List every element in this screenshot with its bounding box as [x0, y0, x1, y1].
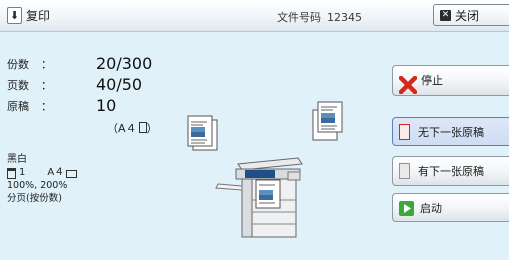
selected-indicator-icon: [399, 124, 410, 140]
originals-size: （A４ ）: [107, 120, 158, 136]
next-original-button[interactable]: 有下一张原稿: [392, 156, 509, 186]
copies-colon: ：: [41, 58, 52, 71]
document-number-value: 12345: [327, 11, 362, 24]
start-play-icon: [399, 201, 414, 216]
document-number-label: 文件号码: [277, 11, 321, 24]
copy-icon: ⬇: [7, 7, 22, 24]
stop-button-label: 停止: [421, 74, 443, 87]
original-document-stack-icon: [187, 115, 218, 151]
no-next-original-button[interactable]: 无下一张原稿: [392, 117, 509, 146]
title-bar: ⬇ 复印 文件号码 12345 ✕ 关闭: [0, 0, 509, 32]
color-mode: 黑白: [7, 154, 27, 165]
no-next-original-label: 无下一张原稿: [418, 126, 484, 139]
unselected-indicator-icon: [399, 163, 410, 179]
tray-quantity: 1: [19, 167, 26, 178]
paper-size: A４: [47, 167, 65, 178]
close-button[interactable]: ✕ 关闭: [433, 4, 509, 26]
job-status-panel: 份数 ： 20/300 页数 ： 40/50 原稿 ： 10 （A４ ） 黑白 1…: [0, 32, 509, 260]
close-button-label: 关闭: [455, 8, 480, 23]
close-icon: ✕: [440, 9, 451, 21]
copier-animation-graphic: [187, 101, 343, 238]
collation-mode: 分页(按份数): [7, 193, 62, 204]
copies-value: 20/300: [96, 54, 153, 73]
landscape-paper-icon: [66, 169, 78, 178]
tray-paper-line: 1 A４: [7, 166, 78, 179]
stop-button[interactable]: 停止: [392, 65, 509, 96]
pages-value: 40/50: [96, 75, 143, 94]
app-title: 复印: [26, 9, 51, 23]
originals-value: 10: [96, 96, 117, 115]
start-button-label: 启动: [420, 202, 442, 215]
reduce-enlarge: 100%, 200%: [7, 180, 68, 191]
copy-output-document-icon: [255, 179, 281, 209]
portrait-paper-icon: [138, 122, 147, 133]
originals-size-close: ）: [146, 122, 158, 135]
pages-row: 页数 ： 40/50: [7, 75, 142, 94]
stop-x-icon: [399, 76, 417, 94]
originals-colon: ：: [41, 100, 52, 113]
originals-row: 原稿 ： 10: [7, 96, 116, 115]
title-group: ⬇ 复印: [7, 6, 50, 25]
document-number: 文件号码 12345: [277, 9, 362, 25]
output-document-stack-icon: [312, 101, 343, 141]
copy-settings-summary: 黑白 1 A４ 100%, 200% 分页(按份数): [7, 153, 78, 205]
paper-tray-icon: [7, 168, 16, 179]
copies-row: 份数 ： 20/300: [7, 54, 152, 73]
originals-size-text: （A４: [107, 122, 137, 135]
start-button[interactable]: 启动: [392, 193, 509, 222]
pages-colon: ：: [41, 79, 52, 92]
next-original-label: 有下一张原稿: [418, 165, 484, 178]
